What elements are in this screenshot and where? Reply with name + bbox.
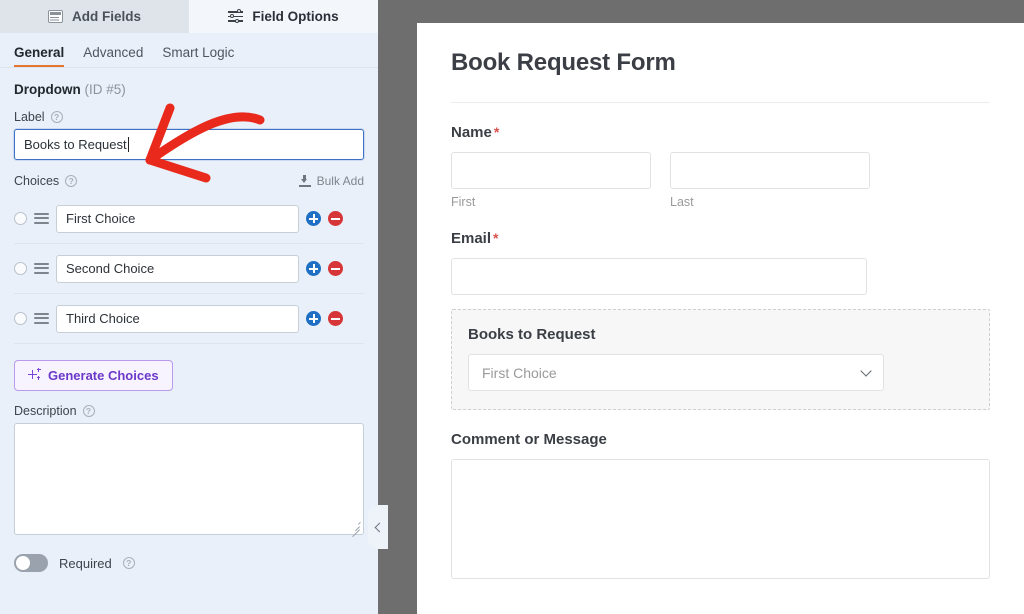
tab-add-fields-label: Add Fields: [72, 9, 141, 24]
add-choice-button-1[interactable]: [306, 211, 321, 226]
last-name-sublabel: Last: [670, 195, 870, 209]
choice-input-2[interactable]: [56, 255, 299, 283]
last-name-input[interactable]: [670, 152, 870, 189]
choices-help-icon[interactable]: ?: [65, 175, 77, 187]
choices-label: Choices ?: [14, 174, 77, 188]
preview-email-label-text: Email: [451, 230, 491, 247]
text-cursor: [128, 137, 129, 152]
form-preview-panel: Book Request Form Name* First Last: [417, 23, 1024, 614]
preview-field-email[interactable]: Email*: [451, 209, 990, 295]
description-textarea[interactable]: [14, 423, 364, 535]
bulk-add-label: Bulk Add: [317, 174, 364, 188]
sliders-icon: [228, 10, 243, 23]
preview-field-comment[interactable]: Comment or Message: [451, 410, 990, 579]
field-type-name: Dropdown: [14, 82, 81, 97]
description-field-label: Description ?: [14, 404, 364, 418]
field-options-sidebar: Add Fields Field Options General Advance…: [0, 0, 378, 614]
description-label-text: Description: [14, 404, 77, 418]
description-help-icon[interactable]: ?: [83, 405, 95, 417]
choice-input-3[interactable]: [56, 305, 299, 333]
label-input[interactable]: Books to Request: [14, 129, 364, 160]
chevron-down-icon: [860, 365, 871, 376]
delete-choice-button-3[interactable]: [328, 311, 343, 326]
label-input-value: Books to Request: [24, 137, 127, 152]
preview-field-books-to-request[interactable]: Books to Request First Choice: [451, 309, 990, 410]
required-label: Required: [59, 556, 112, 571]
drag-handle-icon[interactable]: [34, 213, 49, 225]
choice-row: [14, 194, 364, 244]
add-fields-icon: [48, 10, 63, 23]
choice-row: [14, 294, 364, 344]
required-help-icon[interactable]: ?: [123, 557, 135, 569]
books-dropdown[interactable]: First Choice: [468, 354, 884, 391]
tab-add-fields[interactable]: Add Fields: [0, 0, 189, 33]
drag-handle-icon[interactable]: [34, 313, 49, 325]
subtab-smart-logic[interactable]: Smart Logic: [162, 45, 234, 67]
add-choice-button-2[interactable]: [306, 261, 321, 276]
first-name-input[interactable]: [451, 152, 651, 189]
preview-name-label-text: Name: [451, 124, 492, 141]
label-field-label: Label ?: [14, 110, 364, 124]
bulk-add-button[interactable]: Bulk Add: [299, 174, 364, 188]
radio-button-icon[interactable]: [14, 212, 27, 225]
choice-row: [14, 244, 364, 294]
books-dropdown-value: First Choice: [482, 365, 557, 381]
subtab-advanced[interactable]: Advanced: [83, 45, 143, 67]
collapse-sidebar-button[interactable]: [368, 505, 388, 549]
delete-choice-button-2[interactable]: [328, 261, 343, 276]
tab-field-options-label: Field Options: [252, 9, 338, 24]
required-row: Required ?: [14, 554, 364, 572]
subtab-general[interactable]: General: [14, 45, 64, 67]
sidebar-tabs: Add Fields Field Options: [0, 0, 378, 33]
field-id: (ID #5): [85, 82, 126, 97]
required-toggle[interactable]: [14, 554, 48, 572]
label-help-icon[interactable]: ?: [51, 111, 63, 123]
generate-choices-label: Generate Choices: [48, 368, 159, 383]
email-input[interactable]: [451, 258, 867, 295]
preview-comment-label: Comment or Message: [451, 431, 990, 448]
radio-button-icon[interactable]: [14, 312, 27, 325]
form-builder-screen: Add Fields Field Options General Advance…: [0, 0, 1024, 614]
choices-header: Choices ? Bulk Add: [14, 174, 364, 188]
chevron-left-icon: [375, 522, 385, 532]
choice-input-1[interactable]: [56, 205, 299, 233]
page-title: Book Request Form: [451, 49, 990, 77]
generate-choices-button[interactable]: Generate Choices: [14, 360, 173, 391]
preview-name-label: Name*: [451, 124, 990, 141]
resize-handle-icon[interactable]: [350, 521, 360, 531]
toggle-knob: [16, 556, 30, 570]
name-columns: First Last: [451, 141, 990, 209]
choices-label-text: Choices: [14, 174, 59, 188]
label-text: Label: [14, 110, 45, 124]
radio-button-icon[interactable]: [14, 262, 27, 275]
preview-field-name[interactable]: Name* First Last: [451, 103, 990, 209]
name-first-column: First: [451, 141, 651, 209]
preview-email-label: Email*: [451, 230, 990, 247]
delete-choice-button-1[interactable]: [328, 211, 343, 226]
sparkle-icon: [28, 369, 41, 382]
required-asterisk: *: [493, 230, 498, 246]
comment-textarea[interactable]: [451, 459, 990, 579]
name-last-column: Last: [670, 141, 870, 209]
tab-field-options[interactable]: Field Options: [189, 0, 378, 33]
preview-books-label: Books to Request: [468, 326, 973, 343]
sidebar-subtabs: General Advanced Smart Logic: [0, 33, 378, 68]
field-type-heading: Dropdown (ID #5): [14, 82, 364, 97]
first-name-sublabel: First: [451, 195, 651, 209]
required-asterisk: *: [494, 124, 499, 140]
add-choice-button-3[interactable]: [306, 311, 321, 326]
field-options-body: Dropdown (ID #5) Label ? Books to Reques…: [0, 82, 378, 572]
import-icon: [299, 175, 311, 187]
form-preview-content: Book Request Form Name* First Last: [417, 23, 1024, 579]
drag-handle-icon[interactable]: [34, 263, 49, 275]
